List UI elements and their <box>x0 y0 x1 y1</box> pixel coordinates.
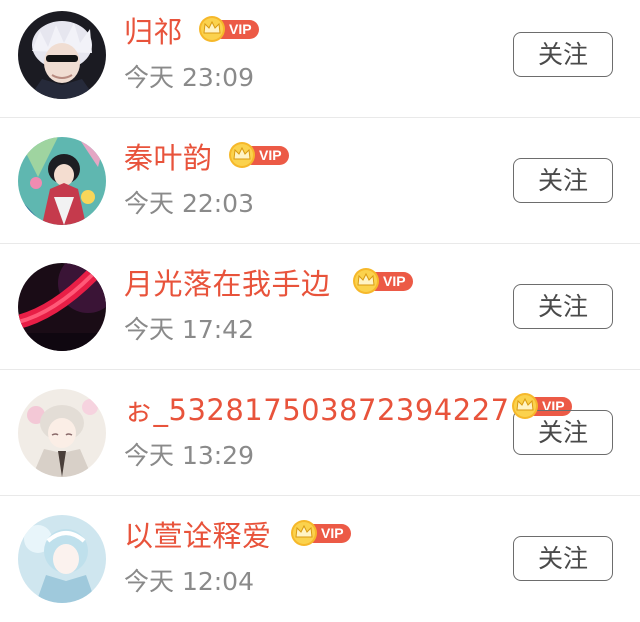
follower-list: 归祁 VIP 今天 23:09 关注 秦叶韵 VIP 今天 22:03 关注 月… <box>0 0 640 608</box>
avatar-dark-red-arc-icon <box>18 263 106 351</box>
timestamp: 今天 22:03 <box>124 189 254 218</box>
list-item[interactable]: 以萱诠释爱 VIP 今天 12:04 关注 <box>0 496 640 622</box>
timestamp: 今天 17:42 <box>124 315 254 344</box>
crown-icon <box>512 393 538 419</box>
list-item[interactable]: 归祁 VIP 今天 23:09 关注 <box>0 0 640 118</box>
avatar-ice-blue-girl-icon <box>18 515 106 603</box>
crown-icon <box>199 16 225 42</box>
list-item[interactable]: 月光落在我手边 VIP 今天 17:42 关注 <box>0 244 640 370</box>
follow-button[interactable]: 关注 <box>513 158 613 203</box>
timestamp: 今天 23:09 <box>124 63 254 92</box>
list-item[interactable]: 秦叶韵 VIP 今天 22:03 关注 <box>0 118 640 244</box>
avatar-pale-anime-girl-icon <box>18 389 106 477</box>
user-name[interactable]: 月光落在我手边 <box>124 266 331 302</box>
user-name[interactable]: 秦叶韵 <box>124 140 213 176</box>
avatar[interactable] <box>18 263 106 351</box>
avatar[interactable] <box>18 389 106 477</box>
follow-button[interactable]: 关注 <box>513 284 613 329</box>
timestamp: 今天 12:04 <box>124 567 254 596</box>
timestamp: 今天 13:29 <box>124 441 254 470</box>
avatar-white-hair-boy-icon <box>18 11 106 99</box>
user-name[interactable]: 以萱诠释爱 <box>124 518 272 554</box>
avatar[interactable] <box>18 11 106 99</box>
avatar[interactable] <box>18 515 106 603</box>
user-name[interactable]: ぉ_532817503872394227 <box>124 392 510 428</box>
list-item[interactable]: ぉ_532817503872394227 VIP 今天 13:29 关注 <box>0 370 640 496</box>
avatar-colorful-anime-girl-icon <box>18 137 106 225</box>
crown-icon <box>291 520 317 546</box>
follow-button[interactable]: 关注 <box>513 32 613 77</box>
follow-button[interactable]: 关注 <box>513 536 613 581</box>
avatar[interactable] <box>18 137 106 225</box>
crown-icon <box>353 268 379 294</box>
user-name[interactable]: 归祁 <box>124 14 183 50</box>
crown-icon <box>229 142 255 168</box>
